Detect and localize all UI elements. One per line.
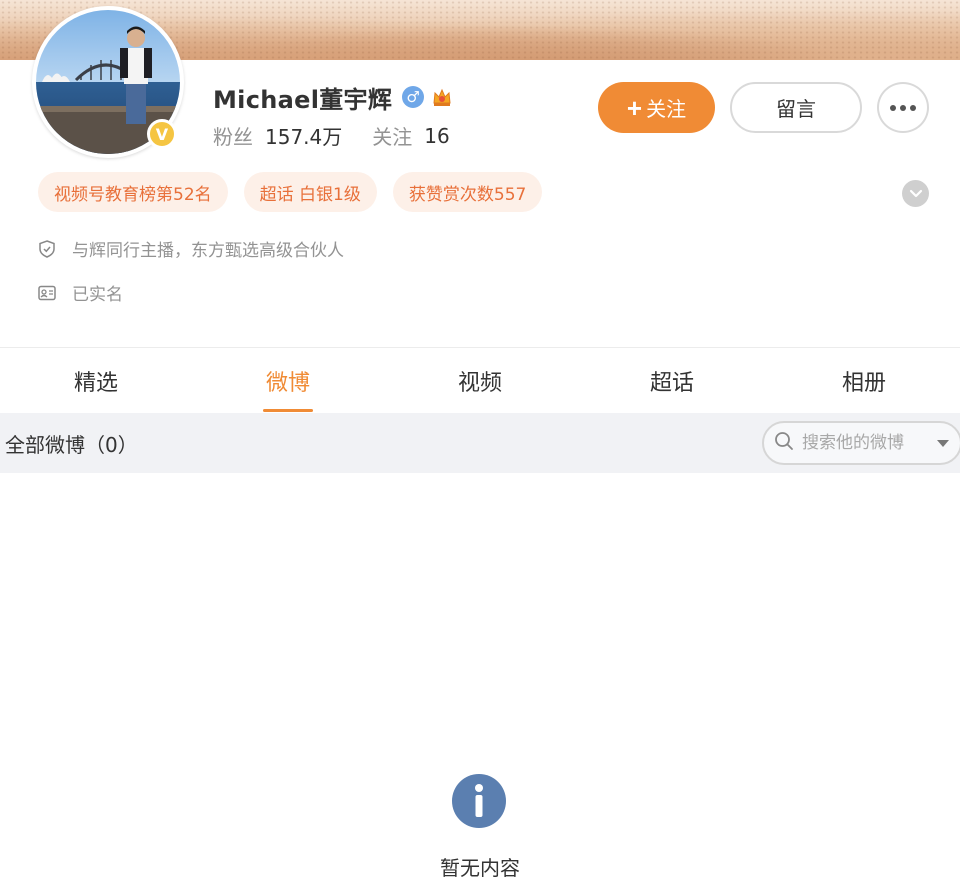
realname-row: 已实名: [38, 280, 123, 305]
tab-featured[interactable]: 精选: [0, 348, 192, 414]
tab-weibo[interactable]: 微博: [192, 348, 384, 414]
tag-supertopic-level[interactable]: 超话 白银1级: [243, 172, 377, 212]
description-row: 与辉同行主播，东方甄选高级合伙人: [38, 236, 344, 261]
fans-label[interactable]: 粉丝: [213, 121, 253, 150]
search-icon: [774, 431, 794, 455]
tag-video-rank[interactable]: 视频号教育榜第52名: [38, 172, 228, 212]
male-gender-icon: ♂: [402, 86, 425, 108]
message-button-label: 留言: [776, 99, 816, 121]
feed-filter-bar: 全部微博（0）: [0, 413, 960, 473]
info-icon: [452, 774, 506, 828]
follow-button[interactable]: + 关注: [598, 82, 715, 133]
caret-down-icon[interactable]: [936, 438, 950, 448]
feed-title: 全部微博（0）: [5, 433, 138, 457]
profile-stats: 粉丝 157.4万 关注 16: [213, 121, 450, 150]
feed-search-input[interactable]: [802, 433, 932, 453]
verified-badge-icon: V: [147, 119, 177, 149]
tag-reward-count[interactable]: 获赞赏次数557: [392, 172, 543, 212]
realname-status: 已实名: [72, 285, 123, 305]
more-dot-icon: [890, 104, 896, 111]
crown-member-icon[interactable]: [430, 85, 454, 109]
profile-tags: 视频号教育榜第52名 超话 白银1级 获赞赏次数557: [38, 172, 543, 212]
expand-chevron-icon[interactable]: [902, 180, 929, 207]
profile-description: 与辉同行主播，东方甄选高级合伙人: [72, 241, 344, 261]
profile-name: Michael董宇辉: [213, 85, 393, 114]
id-card-icon: [38, 284, 56, 302]
fans-count[interactable]: 157.4万: [265, 121, 342, 150]
following-count[interactable]: 16: [424, 124, 449, 148]
tab-supertopic[interactable]: 超话: [576, 348, 768, 414]
plus-icon: +: [626, 92, 643, 123]
follow-button-label: 关注: [646, 99, 687, 121]
following-label[interactable]: 关注: [372, 121, 412, 150]
tab-album[interactable]: 相册: [768, 348, 960, 414]
profile-name-row: Michael董宇辉 ♂: [213, 81, 454, 114]
avatar-container[interactable]: V: [32, 6, 184, 158]
shield-icon: [38, 239, 56, 258]
empty-state-text: 暂无内容: [440, 856, 520, 880]
feed-search-box[interactable]: [762, 421, 960, 465]
profile-tabs: 精选 微博 视频 超话 相册: [0, 347, 960, 413]
message-button[interactable]: 留言: [730, 82, 862, 133]
more-dot-icon: [910, 104, 916, 111]
tab-video[interactable]: 视频: [384, 348, 576, 414]
more-dot-icon: [900, 104, 906, 111]
more-options-button[interactable]: [877, 82, 929, 133]
